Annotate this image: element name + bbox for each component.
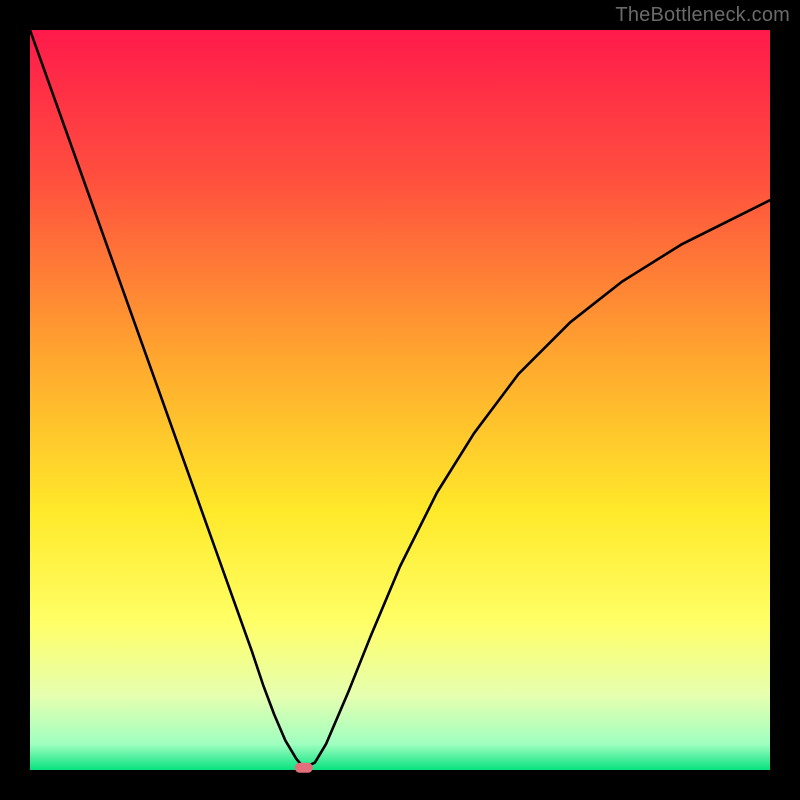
chart-container: TheBottleneck.com [0, 0, 800, 800]
minimum-marker [295, 763, 313, 773]
bottleneck-chart [0, 0, 800, 800]
watermark-text: TheBottleneck.com [615, 4, 790, 27]
plot-background [30, 30, 770, 770]
